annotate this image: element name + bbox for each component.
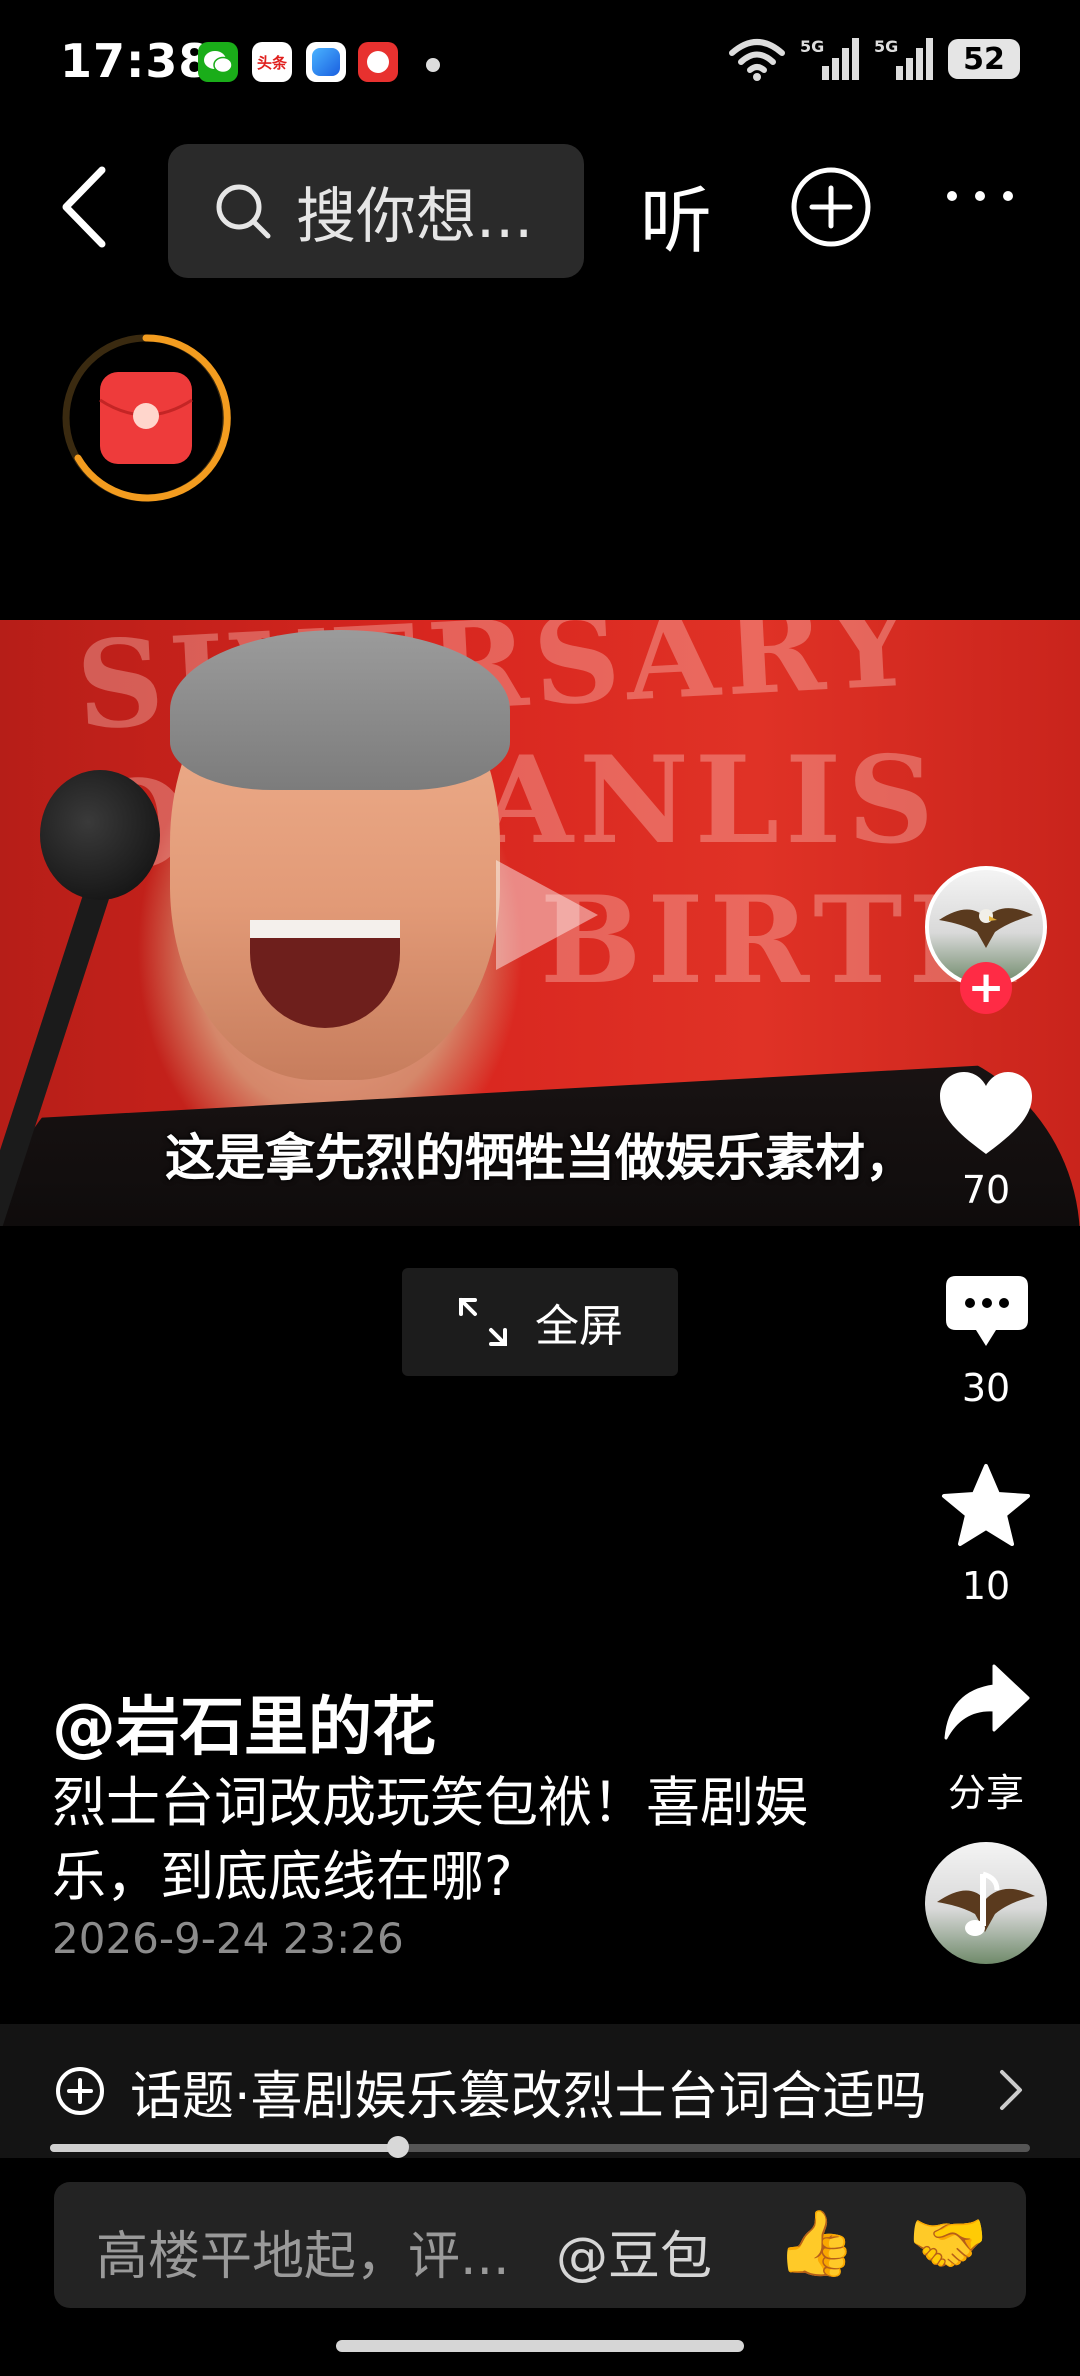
favorite-count: 10 [961,1564,1011,1608]
follow-button[interactable]: + [960,962,1012,1014]
wifi-icon [729,39,785,81]
search-icon [216,184,271,239]
back-button[interactable] [54,162,134,252]
progress-handle[interactable] [386,2136,409,2158]
browser-icon [306,42,346,82]
post-description: 烈士台词改成玩笑包袱！喜剧娱乐，到底底线在哪? [52,1771,808,1908]
plus-circle-icon [791,167,871,247]
chevron-left-icon [62,166,106,248]
topic-bar[interactable]: 话题·喜剧娱乐篡改烈士台词合适吗 [0,2024,1080,2158]
like-count: 70 [961,1168,1011,1212]
toutiao-icon: 头条 [252,42,292,82]
share-arrow-icon [944,1664,1030,1740]
author-name[interactable]: @岩石里的花 [52,1676,436,1768]
plus-circle-icon [56,2067,104,2115]
red-packet-icon [62,334,231,502]
share-label: 分享 [947,1771,1024,1815]
status-time: 17:38 [60,34,212,88]
status-bar: 17:38 头条 5G 5G 52 [0,0,1080,120]
search-input[interactable]: 搜你想... [168,144,584,278]
mention-doubao[interactable]: @豆包 [556,2214,712,2289]
topic-label: 话题·喜剧娱乐篡改烈士台词合适吗 [130,2066,927,2127]
comment-placeholder: 高楼平地起，评... [96,2227,510,2287]
music-disc[interactable] [925,1842,1047,1964]
favorite-button[interactable] [940,1462,1032,1552]
comment-icon [946,1276,1028,1346]
listen-button[interactable]: 听 [640,162,712,267]
heart-icon [940,1072,1032,1154]
fullscreen-button[interactable]: 全屏 [402,1268,678,1376]
svg-text:5G: 5G [874,37,898,56]
more-notifications-dot [426,58,440,72]
wechat-icon [198,42,238,82]
home-indicator [336,2340,744,2352]
add-button[interactable] [790,166,872,252]
svg-text:5G: 5G [800,37,824,56]
expand-icon [459,1298,507,1346]
like-button[interactable] [936,1068,1036,1162]
toutiao-label: 头条 [256,53,287,72]
search-placeholder: 搜你想... [296,181,534,252]
signal-5g-icon: 5G [800,37,859,80]
comment-button[interactable] [942,1272,1032,1356]
thumbs-up-icon[interactable]: 👍 [776,2206,856,2281]
more-dots-icon [947,191,1013,201]
microphone [40,770,160,900]
battery-icon: 52 [948,39,1020,79]
star-icon [942,1464,1030,1546]
chevron-right-icon [996,2066,1026,2118]
post-date: 2026-9-24 23:26 [52,1914,404,1963]
progress-fill [50,2144,398,2152]
red-packet-button[interactable] [58,330,234,506]
status-icons: 5G 5G 52 [728,36,1020,82]
signal-5g-icon-2: 5G [874,37,933,80]
handshake-icon[interactable]: 🤝 [908,2206,988,2281]
more-button[interactable] [944,186,1016,210]
play-icon[interactable] [486,850,606,984]
video-player[interactable]: SIVERSARY OF ANLIS BIRTH 这是拿先烈的牺牲当做娱乐素材， [0,620,1080,1226]
game-icon [358,42,398,82]
comment-count: 30 [961,1366,1011,1410]
video-figure-hair [170,630,510,790]
music-note-icon [937,1871,1035,1936]
fullscreen-label: 全屏 [535,1301,623,1352]
share-button[interactable] [942,1662,1032,1746]
